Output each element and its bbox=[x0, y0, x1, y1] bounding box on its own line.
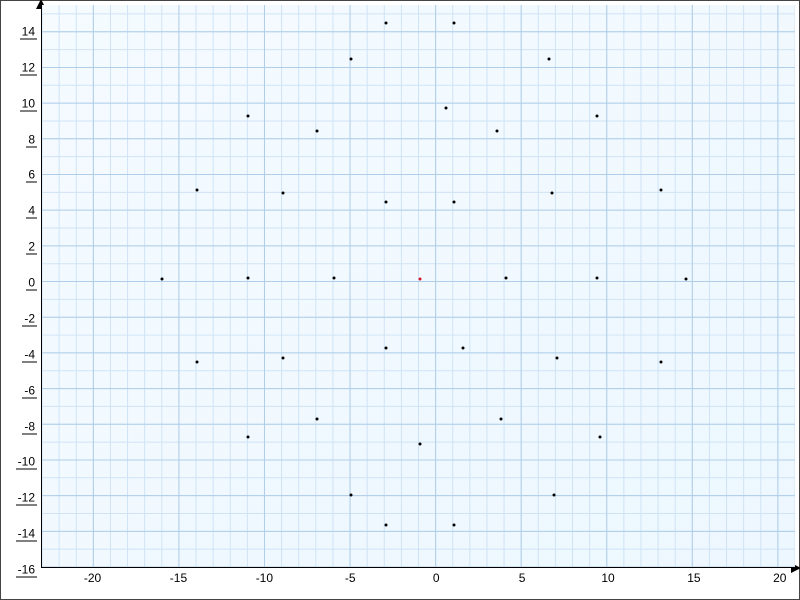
grid bbox=[42, 5, 795, 567]
data-point bbox=[453, 21, 456, 24]
y-tick-label: -16 bbox=[16, 563, 37, 578]
data-point bbox=[195, 360, 198, 363]
plot-area[interactable] bbox=[41, 5, 795, 568]
y-tick-label: 12 bbox=[20, 60, 37, 75]
data-point bbox=[659, 188, 662, 191]
data-point bbox=[281, 357, 284, 360]
x-tick-label: 20 bbox=[773, 571, 786, 585]
x-tick-label: -15 bbox=[170, 571, 187, 585]
data-point bbox=[453, 201, 456, 204]
y-tick-label: 2 bbox=[26, 240, 37, 255]
data-point bbox=[685, 277, 688, 280]
data-point bbox=[547, 57, 550, 60]
data-point bbox=[333, 276, 336, 279]
data-point bbox=[461, 346, 464, 349]
data-point bbox=[595, 115, 598, 118]
data-point bbox=[551, 192, 554, 195]
data-point bbox=[599, 436, 602, 439]
data-point bbox=[315, 418, 318, 421]
y-tick-label: 6 bbox=[26, 168, 37, 183]
y-tick-label: -8 bbox=[22, 419, 37, 434]
x-tick-label: 10 bbox=[601, 571, 614, 585]
data-point bbox=[419, 443, 422, 446]
y-tick-label: -6 bbox=[22, 383, 37, 398]
data-point bbox=[384, 346, 387, 349]
x-tick-label: -20 bbox=[84, 571, 101, 585]
data-point bbox=[350, 493, 353, 496]
y-tick-label: -12 bbox=[16, 491, 37, 506]
y-tick-label: 10 bbox=[20, 96, 37, 111]
data-point bbox=[499, 418, 502, 421]
x-tick-label: -10 bbox=[256, 571, 273, 585]
y-tick-label: 4 bbox=[26, 204, 37, 219]
x-tick-label: -5 bbox=[345, 571, 356, 585]
data-point bbox=[504, 276, 507, 279]
data-point bbox=[444, 107, 447, 110]
data-point bbox=[350, 57, 353, 60]
y-tick-label: 14 bbox=[20, 24, 37, 39]
y-tick-label: -14 bbox=[16, 527, 37, 542]
chart-container: -16-14-12-10-8-6-4-202468101214-20-15-10… bbox=[0, 0, 800, 600]
y-tick-label: 0 bbox=[26, 276, 37, 291]
data-point bbox=[247, 436, 250, 439]
data-point bbox=[247, 276, 250, 279]
data-point bbox=[553, 493, 556, 496]
data-point bbox=[384, 524, 387, 527]
data-point bbox=[556, 357, 559, 360]
data-point bbox=[161, 277, 164, 280]
data-point bbox=[384, 201, 387, 204]
data-point bbox=[595, 276, 598, 279]
data-point bbox=[453, 524, 456, 527]
x-tick-label: 15 bbox=[687, 571, 700, 585]
data-point bbox=[247, 115, 250, 118]
data-point bbox=[659, 360, 662, 363]
data-point bbox=[496, 129, 499, 132]
y-tick-label: -10 bbox=[16, 455, 37, 470]
y-tick-label: 8 bbox=[26, 132, 37, 147]
data-point bbox=[315, 129, 318, 132]
y-tick-label: -4 bbox=[22, 347, 37, 362]
x-tick-label: 5 bbox=[519, 571, 526, 585]
origin-point bbox=[419, 277, 422, 280]
x-tick-label: 0 bbox=[433, 571, 440, 585]
data-point bbox=[281, 192, 284, 195]
y-tick-label: -2 bbox=[22, 311, 37, 326]
data-point bbox=[384, 21, 387, 24]
data-point bbox=[195, 188, 198, 191]
